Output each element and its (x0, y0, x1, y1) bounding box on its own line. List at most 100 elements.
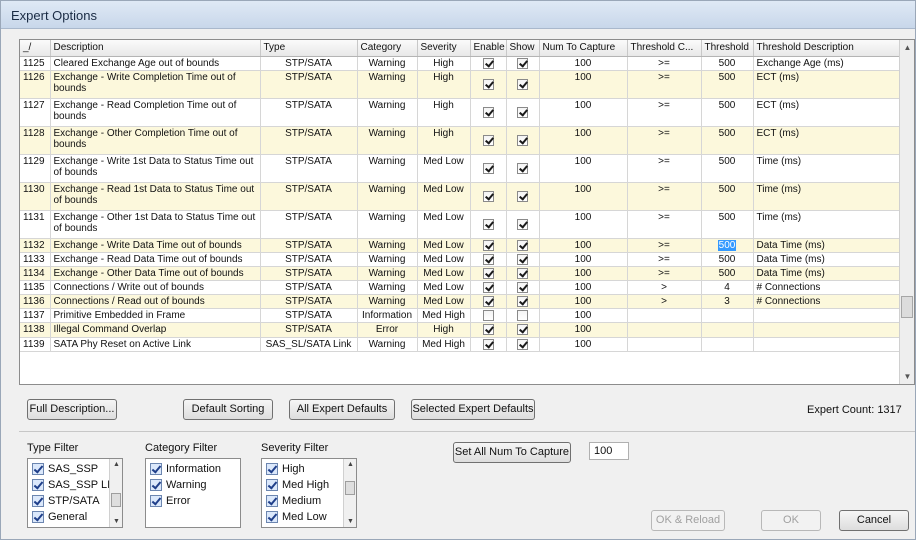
cancel-button[interactable]: Cancel (839, 510, 909, 531)
cmp-cell[interactable] (627, 322, 702, 338)
ok-reload-button[interactable]: OK & Reload (651, 510, 725, 531)
threshold-cell[interactable]: 500 (701, 182, 754, 211)
threshold-cell[interactable]: 3 (701, 294, 754, 310)
show-cell[interactable] (506, 210, 540, 239)
cmp-cell[interactable] (627, 308, 702, 324)
enable-cell[interactable] (470, 294, 507, 310)
checkbox-checked-icon[interactable] (482, 218, 494, 230)
type-cell[interactable]: STP/SATA (260, 56, 358, 71)
scroll-down-arrow-icon[interactable]: ▼ (900, 369, 914, 384)
checkbox-checked-icon[interactable] (150, 495, 162, 508)
id-cell[interactable]: 1138 (20, 322, 51, 338)
num-to-capture-input[interactable]: 100 (589, 442, 629, 460)
tdesc-cell[interactable]: ECT (ms) (753, 70, 900, 99)
checkbox-checked-icon[interactable] (517, 338, 528, 350)
expert-grid[interactable]: _/Description Type Category Severity Enable S… (19, 39, 915, 385)
threshold-cell[interactable] (701, 308, 754, 324)
category-cell[interactable]: Warning (357, 210, 418, 239)
category-cell[interactable]: Warning (357, 337, 418, 352)
checkbox-checked-icon[interactable] (266, 495, 278, 508)
desc-cell[interactable]: Exchange - Read Completion Time out of b… (50, 98, 261, 127)
category-filter-item[interactable]: Information (150, 461, 221, 477)
tdesc-cell[interactable]: Time (ms) (753, 210, 900, 239)
threshold-cell[interactable]: 500 (701, 98, 754, 127)
tdesc-cell[interactable]: ECT (ms) (753, 98, 900, 127)
num-cell[interactable]: 100 (539, 322, 628, 338)
tdesc-cell[interactable]: Time (ms) (753, 154, 900, 183)
cmp-cell[interactable]: > (627, 280, 702, 296)
cmp-cell[interactable] (627, 337, 702, 352)
severity-cell[interactable]: Med Low (417, 280, 471, 296)
table-row[interactable]: 1133 Exchange - Read Data Time out of bou… (20, 252, 900, 267)
category-cell[interactable]: Warning (357, 98, 418, 127)
table-row[interactable]: 1134 Exchange - Other Data Time out of bo… (20, 266, 900, 282)
checkbox-checked-icon[interactable] (266, 479, 278, 492)
checkbox-checked-icon[interactable] (482, 324, 494, 336)
type-cell[interactable]: STP/SATA (260, 210, 358, 239)
category-cell[interactable]: Warning (357, 70, 418, 99)
column-header[interactable]: Category (357, 40, 418, 57)
show-cell[interactable] (506, 154, 540, 183)
checkbox-checked-icon[interactable] (482, 239, 494, 251)
type-filter-scrollbar[interactable]: ▲ ▼ (109, 459, 122, 527)
checkbox-checked-icon[interactable] (517, 239, 528, 251)
type-filter-item[interactable]: General (32, 509, 87, 525)
category-cell[interactable]: Information (357, 308, 418, 324)
enable-cell[interactable] (470, 182, 507, 211)
tdesc-cell[interactable]: Exchange Age (ms) (753, 56, 900, 71)
num-cell[interactable]: 100 (539, 154, 628, 183)
checkbox-checked-icon[interactable] (150, 479, 162, 492)
severity-cell[interactable]: Med Low (417, 252, 471, 267)
scroll-thumb[interactable] (345, 481, 355, 495)
id-cell[interactable]: 1135 (20, 280, 51, 296)
id-cell[interactable]: 1125 (20, 56, 51, 71)
category-cell[interactable]: Warning (357, 56, 418, 71)
severity-cell[interactable]: Med Low (417, 294, 471, 310)
severity-filter-item[interactable]: Medium (266, 493, 321, 509)
tdesc-cell[interactable]: # Connections (753, 280, 900, 296)
column-header[interactable]: Threshold (701, 40, 754, 57)
show-cell[interactable] (506, 56, 540, 71)
checkbox-checked-icon[interactable] (32, 463, 44, 476)
num-cell[interactable]: 100 (539, 337, 628, 352)
tdesc-cell[interactable]: Data Time (ms) (753, 266, 900, 282)
type-filter-item[interactable]: SAS_SSP (32, 461, 98, 477)
scroll-up-arrow-icon[interactable]: ▲ (900, 40, 914, 55)
desc-cell[interactable]: Primitive Embedded in Frame (50, 308, 261, 324)
enable-cell[interactable] (470, 266, 507, 282)
num-cell[interactable]: 100 (539, 182, 628, 211)
threshold-cell[interactable]: 500 (701, 154, 754, 183)
table-row[interactable]: 1132 Exchange - Write Data Time out of bo… (20, 238, 900, 253)
severity-filter-item[interactable]: Med High (266, 477, 329, 493)
id-cell[interactable]: 1128 (20, 126, 51, 155)
category-cell[interactable]: Warning (357, 294, 418, 310)
checkbox-checked-icon[interactable] (482, 338, 494, 350)
desc-cell[interactable]: SATA Phy Reset on Active Link (50, 337, 261, 352)
table-row[interactable]: 1136 Connections / Read out of bounds STP/… (20, 294, 900, 310)
checkbox-checked-icon[interactable] (482, 190, 494, 202)
checkbox-checked-icon[interactable] (517, 106, 528, 118)
type-cell[interactable]: STP/SATA (260, 252, 358, 267)
column-header[interactable]: Show (506, 40, 540, 57)
type-cell[interactable]: STP/SATA (260, 182, 358, 211)
checkbox-checked-icon[interactable] (32, 495, 44, 508)
type-cell[interactable]: STP/SATA (260, 266, 358, 282)
severity-cell[interactable]: Med Low (417, 182, 471, 211)
show-cell[interactable] (506, 70, 540, 99)
desc-cell[interactable]: Exchange - Read Data Time out of bounds (50, 252, 261, 267)
desc-cell[interactable]: Exchange - Write Completion Time out of … (50, 70, 261, 99)
severity-filter-scrollbar[interactable]: ▲ ▼ (343, 459, 356, 527)
num-cell[interactable]: 100 (539, 294, 628, 310)
threshold-cell[interactable]: 500 (701, 266, 754, 282)
checkbox-checked-icon[interactable] (517, 253, 528, 265)
id-cell[interactable]: 1132 (20, 238, 51, 253)
checkbox-checked-icon[interactable] (517, 296, 528, 308)
checkbox-checked-icon[interactable] (482, 78, 494, 90)
cmp-cell[interactable]: >= (627, 182, 702, 211)
category-cell[interactable]: Warning (357, 154, 418, 183)
show-cell[interactable] (506, 98, 540, 127)
type-cell[interactable]: STP/SATA (260, 280, 358, 296)
threshold-cell[interactable] (701, 322, 754, 338)
cmp-cell[interactable]: >= (627, 98, 702, 127)
id-cell[interactable]: 1129 (20, 154, 51, 183)
